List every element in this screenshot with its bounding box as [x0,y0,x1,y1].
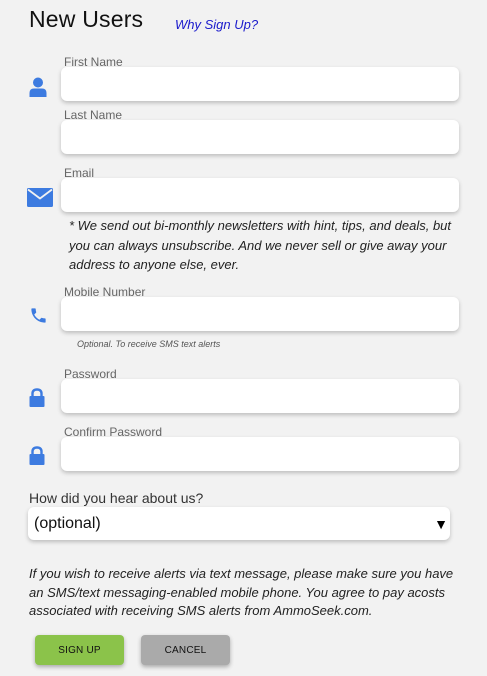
first-name-input[interactable] [61,67,459,101]
phone-icon [28,305,48,325]
referral-question: How did you hear about us? [29,490,204,506]
mobile-optional-note: Optional. To receive SMS text alerts [77,339,221,349]
lock-icon [28,445,45,465]
email-note-line: you can always unsubscribe. And we never… [69,237,447,253]
email-note-line: address to anyone else, ever. [69,257,240,272]
referral-selected-value: (optional) [34,514,101,532]
user-icon [28,76,48,98]
mobile-number-input[interactable] [61,297,459,331]
envelope-icon [27,187,53,207]
disclaimer-line: associated with receiving SMS alerts fro… [29,603,373,618]
page-title: New Users [29,6,144,32]
lock-icon [28,387,45,407]
sign-up-button[interactable]: SIGN UP [35,635,124,665]
email-note-line: * We send out bi-monthly newsletters wit… [69,218,452,233]
cancel-button[interactable]: CANCEL [141,635,230,665]
dropdown-arrow-icon: ▼ [434,515,448,532]
referral-select[interactable]: (optional) ▼ [28,507,450,540]
email-input[interactable] [61,178,459,212]
disclaimer-line: If you wish to receive alerts via text m… [29,566,454,581]
last-name-input[interactable] [61,120,459,154]
email-newsletter-note: * We send out bi-monthly newsletters wit… [69,216,469,275]
sms-disclaimer: If you wish to receive alerts via text m… [29,565,459,621]
disclaimer-line: an SMS/text messaging-enabled mobile pho… [29,584,446,600]
confirm-password-input[interactable] [61,437,459,471]
why-sign-up-link[interactable]: Why Sign Up? [175,17,258,32]
password-input[interactable] [61,379,459,413]
